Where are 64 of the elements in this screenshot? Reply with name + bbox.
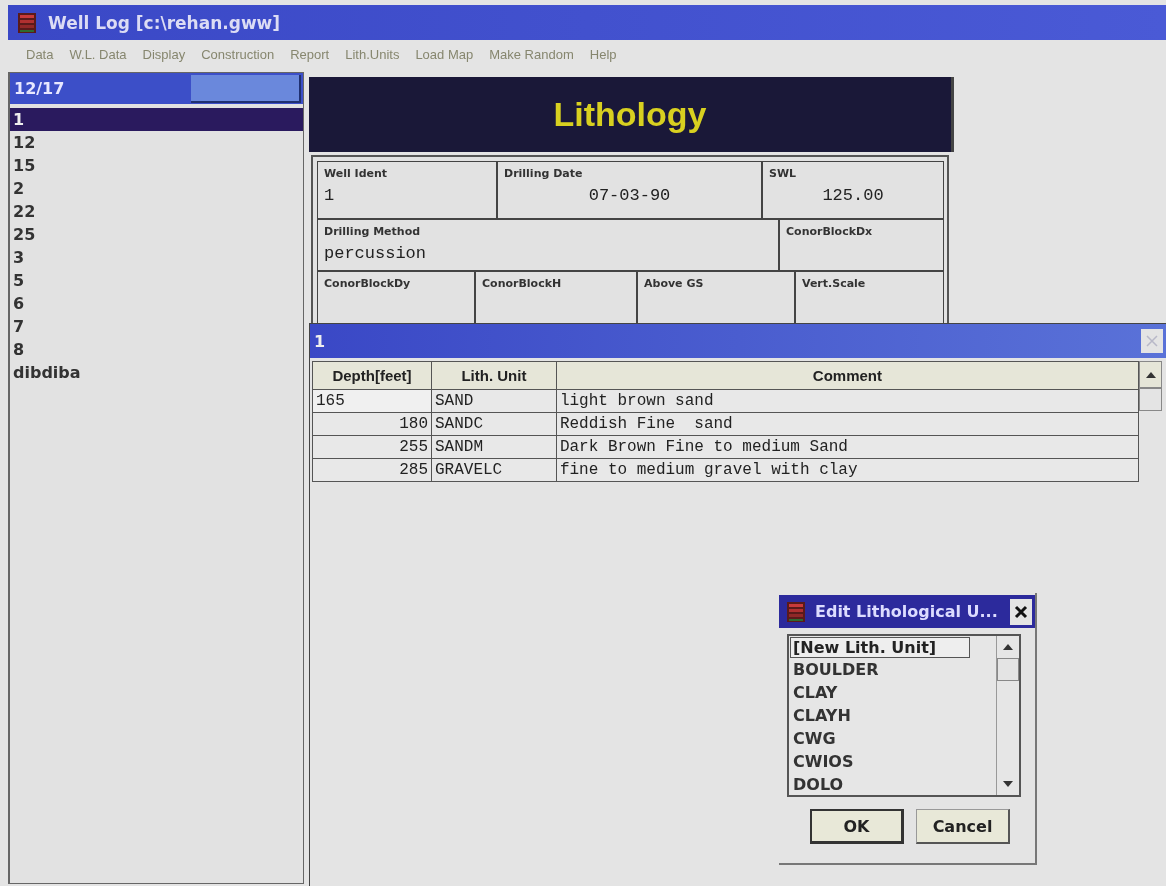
field-value: 125.00 xyxy=(821,186,885,205)
well-list-item[interactable]: 5 xyxy=(10,269,303,292)
field-value: percussion xyxy=(324,244,428,263)
app-icon xyxy=(785,600,807,623)
unit-name-field[interactable]: [New Lith. Unit] xyxy=(790,637,970,658)
table-cell: SAND xyxy=(431,389,557,413)
unit-list-item[interactable]: CWG xyxy=(789,727,996,750)
well-list-item[interactable]: 12 xyxy=(10,131,303,154)
child-window-title: 1 xyxy=(314,331,326,351)
well-list-item[interactable]: dibdiba xyxy=(10,361,303,384)
scroll-up-button[interactable] xyxy=(1139,361,1162,388)
field-label: SWL xyxy=(769,167,798,180)
table-cell: 255 xyxy=(312,435,432,459)
field-value: 1 xyxy=(324,186,336,205)
scroll-thumb[interactable] xyxy=(997,658,1019,681)
column-header[interactable]: Comment xyxy=(556,361,1139,390)
field-label: ConorBlockDy xyxy=(324,277,412,290)
table-cell: GRAVELC xyxy=(431,458,557,482)
column-header[interactable]: Lith. Unit xyxy=(431,361,557,390)
field-label: Vert.Scale xyxy=(802,277,867,290)
field-label: ConorBlockDx xyxy=(786,225,874,238)
field-value: 07-03-90 xyxy=(587,186,672,205)
well-list-item[interactable]: 22 xyxy=(10,200,303,223)
table-cell: light brown sand xyxy=(556,389,1139,413)
unit-list-item[interactable]: CLAYH xyxy=(789,704,996,727)
table-cell: SANDM xyxy=(431,435,557,459)
close-button[interactable] xyxy=(1010,598,1032,625)
table-cell: 285 xyxy=(312,458,432,482)
down-arrow-icon xyxy=(1003,781,1013,787)
up-arrow-icon xyxy=(1003,644,1013,650)
window-title: Well Log [c:\rehan.gww] xyxy=(48,12,281,33)
table-cell: 165 xyxy=(312,389,432,413)
banner-title: Lithology xyxy=(553,95,707,134)
well-list-item[interactable]: 8 xyxy=(10,338,303,361)
field-label: Drilling Date xyxy=(504,167,584,180)
field-label: Well Ident xyxy=(324,167,389,180)
well-list-item[interactable]: 6 xyxy=(10,292,303,315)
up-arrow-icon xyxy=(1145,371,1156,378)
well-list-item[interactable]: 7 xyxy=(10,315,303,338)
field-label: ConorBlockH xyxy=(482,277,563,290)
well-list-item[interactable]: 15 xyxy=(10,154,303,177)
field-label: Drilling Method xyxy=(324,225,422,238)
column-header[interactable]: Depth[feet] xyxy=(312,361,432,390)
unit-list-item[interactable]: CLAY xyxy=(789,681,996,704)
unit-list-item[interactable]: DOLO xyxy=(789,773,996,796)
well-list-item[interactable]: 25 xyxy=(10,223,303,246)
scroll-thumb[interactable] xyxy=(1139,388,1162,411)
table-cell: SANDC xyxy=(431,412,557,436)
unit-list-item[interactable]: CWIOS xyxy=(789,750,996,773)
header-field[interactable] xyxy=(191,74,301,103)
cancel-button[interactable]: Cancel xyxy=(916,809,1010,844)
table-cell: Dark Brown Fine to medium Sand xyxy=(556,435,1139,459)
field-label: Above GS xyxy=(644,277,705,290)
well-list-item[interactable]: 2 xyxy=(10,177,303,200)
well-list-item[interactable]: 1 xyxy=(10,108,303,131)
table-cell: Reddish Fine sand xyxy=(556,412,1139,436)
ok-button[interactable]: OK xyxy=(810,809,904,844)
app-icon xyxy=(16,11,38,34)
table-cell: 180 xyxy=(312,412,432,436)
unit-list-item[interactable]: BOULDER xyxy=(789,658,996,681)
dialog-title: Edit Lithological U... xyxy=(815,602,999,621)
record-counter: 12/17 xyxy=(14,79,65,98)
table-cell: fine to medium gravel with clay xyxy=(556,458,1139,482)
well-list-item[interactable]: 3 xyxy=(10,246,303,269)
